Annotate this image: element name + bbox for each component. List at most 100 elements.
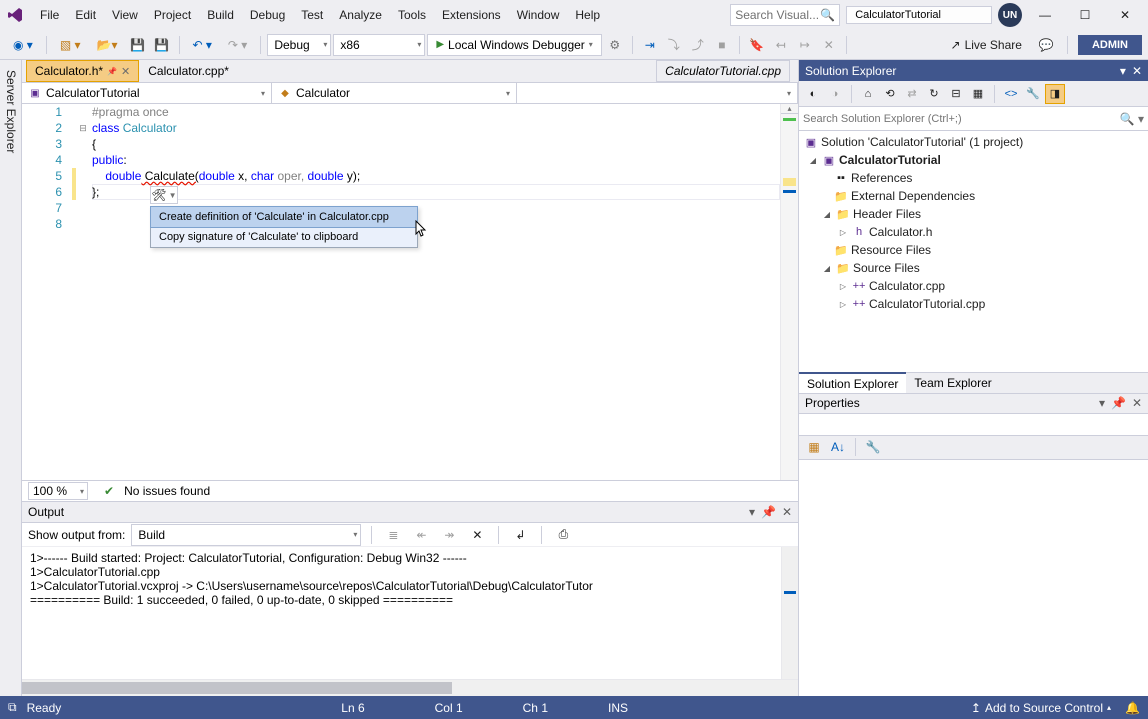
split-icon[interactable]: ▴ bbox=[781, 104, 798, 114]
platform-combo[interactable]: x86 bbox=[333, 34, 425, 56]
step-out-button[interactable]: ⤴ bbox=[687, 34, 709, 56]
se-search[interactable]: 🔍 ▾ bbox=[799, 107, 1148, 131]
maximize-button[interactable]: ☐ bbox=[1068, 3, 1102, 27]
output-body[interactable]: 1>------ Build started: Project: Calcula… bbox=[22, 547, 798, 679]
menu-extensions[interactable]: Extensions bbox=[434, 4, 509, 26]
prev-bookmark[interactable]: ↤ bbox=[770, 34, 792, 56]
tree-tutorial-cpp[interactable]: ▷ ++ CalculatorTutorial.cpp bbox=[799, 295, 1148, 313]
menu-edit[interactable]: Edit bbox=[67, 4, 104, 26]
tree-external-deps[interactable]: 📁 External Dependencies bbox=[799, 187, 1148, 205]
start-debug-button[interactable]: ▶ Local Windows Debugger ▾ bbox=[427, 34, 601, 56]
quick-action-copy-signature[interactable]: Copy signature of 'Calculate' to clipboa… bbox=[151, 227, 417, 247]
next-bookmark[interactable]: ↦ bbox=[794, 34, 816, 56]
stop-button[interactable]: ■ bbox=[711, 34, 733, 56]
tab-team-explorer[interactable]: Team Explorer bbox=[906, 373, 999, 393]
close-button[interactable]: ✕ bbox=[1108, 3, 1142, 27]
lightbulb-button[interactable]: 🛠 ▼ bbox=[150, 186, 178, 204]
clear-bookmarks[interactable]: ✕ bbox=[818, 34, 840, 56]
expand-icon[interactable]: ◢ bbox=[807, 156, 819, 165]
redo-button[interactable]: ↷ ▾ bbox=[221, 34, 254, 56]
output-wrap-button[interactable]: ↲ bbox=[509, 524, 531, 546]
output-header[interactable]: Output ▾ 📌 ✕ bbox=[22, 502, 798, 523]
output-v-scrollbar[interactable] bbox=[781, 547, 798, 679]
se-collapse-button[interactable]: ⊟ bbox=[946, 84, 966, 104]
menu-tools[interactable]: Tools bbox=[390, 4, 434, 26]
admin-badge[interactable]: ADMIN bbox=[1078, 35, 1142, 55]
search-icon[interactable]: 🔍 ▾ bbox=[1120, 112, 1144, 126]
menu-build[interactable]: Build bbox=[199, 4, 242, 26]
add-source-control-button[interactable]: ↥ Add to Source Control ▴ bbox=[971, 701, 1111, 715]
close-icon[interactable]: ✕ bbox=[1132, 396, 1142, 410]
close-icon[interactable]: ✕ bbox=[1132, 64, 1142, 78]
nav-project-combo[interactable]: ▣ CalculatorTutorial bbox=[22, 83, 272, 103]
bookmark-button[interactable]: 🔖 bbox=[746, 34, 768, 56]
se-tree[interactable]: ▣ Solution 'CalculatorTutorial' (1 proje… bbox=[799, 131, 1148, 372]
menu-file[interactable]: File bbox=[32, 4, 67, 26]
property-pages-button[interactable]: 🔧 bbox=[862, 436, 884, 458]
tree-references[interactable]: ▪▪ References bbox=[799, 169, 1148, 187]
feedback-button[interactable]: 💬 bbox=[1035, 34, 1057, 56]
output-source-combo[interactable]: Build bbox=[131, 524, 361, 546]
menu-debug[interactable]: Debug bbox=[242, 4, 293, 26]
tab-calculator-cpp[interactable]: Calculator.cpp* bbox=[139, 60, 238, 82]
se-properties-button[interactable]: 🔧 bbox=[1023, 84, 1043, 104]
user-avatar[interactable]: UN bbox=[998, 3, 1022, 27]
server-explorer-tab[interactable]: Server Explorer bbox=[2, 66, 20, 690]
debug-target-button[interactable]: ⚙ bbox=[604, 34, 626, 56]
window-position-icon[interactable]: ▾ bbox=[1099, 396, 1105, 410]
window-position-icon[interactable]: ▾ bbox=[749, 505, 755, 519]
expand-icon[interactable]: ▷ bbox=[837, 282, 849, 291]
output-clear-button[interactable]: ✕ bbox=[466, 524, 488, 546]
configuration-combo[interactable]: Debug bbox=[267, 34, 331, 56]
se-show-all-button[interactable]: ▦ bbox=[968, 84, 988, 104]
tree-source-files[interactable]: ◢ 📁 Source Files bbox=[799, 259, 1148, 277]
code-editor[interactable]: 1 2 3 4 5 6 7 8 ⊟ #pragma once class Cal… bbox=[22, 104, 798, 480]
output-goto-button[interactable]: ≣ bbox=[382, 524, 404, 546]
se-search-input[interactable] bbox=[803, 113, 1120, 125]
menu-view[interactable]: View bbox=[104, 4, 146, 26]
tree-calc-cpp[interactable]: ▷ ++ Calculator.cpp bbox=[799, 277, 1148, 295]
undo-button[interactable]: ↶ ▾ bbox=[186, 34, 219, 56]
properties-object-combo[interactable] bbox=[799, 414, 1148, 436]
expand-icon[interactable]: ◢ bbox=[821, 210, 833, 219]
expand-icon[interactable]: ▷ bbox=[837, 300, 849, 309]
live-share-button[interactable]: ↗ Live Share bbox=[944, 34, 1029, 56]
nav-back-button[interactable]: ◉ ▾ bbox=[6, 34, 40, 56]
pin-icon[interactable]: 📌 bbox=[1111, 396, 1126, 410]
alphabetical-button[interactable]: A↓ bbox=[827, 436, 849, 458]
notifications-icon[interactable]: 🔔 bbox=[1125, 701, 1140, 715]
se-view-code-button[interactable]: <> bbox=[1001, 84, 1021, 104]
tree-project[interactable]: ◢ ▣ CalculatorTutorial bbox=[799, 151, 1148, 169]
menu-help[interactable]: Help bbox=[567, 4, 608, 26]
expand-icon[interactable]: ▷ bbox=[837, 228, 849, 237]
save-all-button[interactable]: 💾 bbox=[151, 34, 173, 56]
zoom-combo[interactable]: 100 % bbox=[28, 482, 88, 500]
window-position-icon[interactable]: ▾ bbox=[1120, 64, 1126, 78]
step-into-button[interactable]: ⇥ bbox=[639, 34, 661, 56]
tab-preview-tutorial-cpp[interactable]: CalculatorTutorial.cpp bbox=[656, 60, 790, 82]
se-sync-button[interactable]: ⟲ bbox=[880, 84, 900, 104]
se-forward-button[interactable]: ◑ bbox=[825, 84, 845, 104]
tab-solution-explorer[interactable]: Solution Explorer bbox=[799, 372, 906, 393]
tree-calc-h[interactable]: ▷ h Calculator.h bbox=[799, 223, 1148, 241]
menu-analyze[interactable]: Analyze bbox=[331, 4, 390, 26]
se-back-button[interactable]: ◐ bbox=[803, 84, 823, 104]
quick-search[interactable]: Search Visual... 🔍 bbox=[730, 4, 840, 26]
minimize-button[interactable]: — bbox=[1028, 3, 1062, 27]
tree-solution[interactable]: ▣ Solution 'CalculatorTutorial' (1 proje… bbox=[799, 133, 1148, 151]
step-over-button[interactable]: ⤵ bbox=[663, 34, 685, 56]
pin-icon[interactable]: 📌 bbox=[761, 505, 776, 519]
output-next-button[interactable]: ↠ bbox=[438, 524, 460, 546]
nav-scope-combo[interactable]: ◆ Calculator bbox=[272, 83, 517, 103]
menu-window[interactable]: Window bbox=[509, 4, 568, 26]
tree-resource-files[interactable]: 📁 Resource Files bbox=[799, 241, 1148, 259]
project-name[interactable]: CalculatorTutorial bbox=[846, 6, 992, 24]
output-h-scrollbar[interactable] bbox=[22, 679, 798, 696]
code-area[interactable]: #pragma once class Calculator { public: … bbox=[90, 104, 780, 480]
se-home-button[interactable]: ⌂ bbox=[858, 84, 878, 104]
save-button[interactable]: 💾 bbox=[127, 34, 149, 56]
menu-project[interactable]: Project bbox=[146, 4, 199, 26]
outlining-margin[interactable]: ⊟ bbox=[76, 104, 90, 480]
quick-action-create-definition[interactable]: Create definition of 'Calculate' in Calc… bbox=[150, 206, 418, 228]
output-prev-button[interactable]: ↞ bbox=[410, 524, 432, 546]
